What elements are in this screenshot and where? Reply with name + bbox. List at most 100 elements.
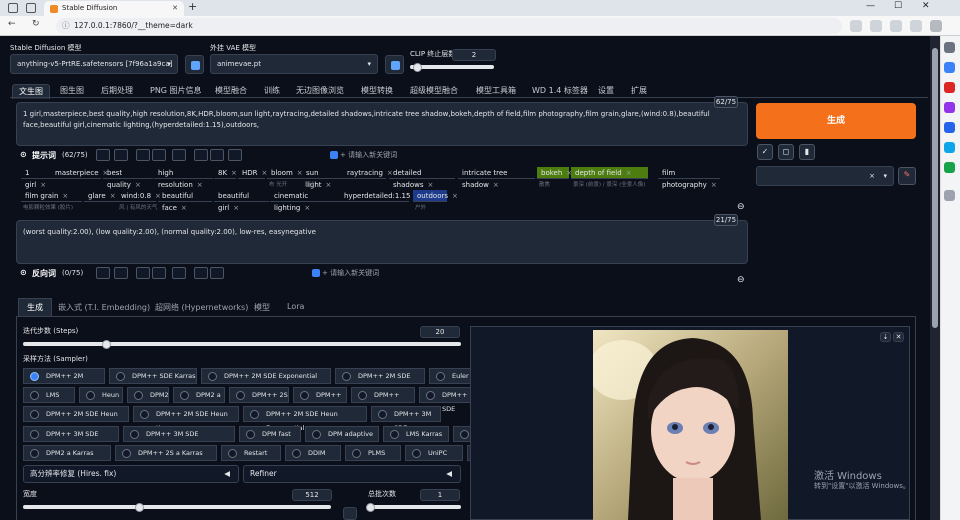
sampler-option[interactable]: Heun: [79, 387, 123, 403]
collapse-tags-icon[interactable]: ⊖: [737, 202, 745, 212]
prompt-textarea[interactable]: 1 girl,masterpiece,best quality,high res…: [16, 102, 748, 146]
sampler-option[interactable]: DPM++ 2M SDE Heun Karras: [133, 406, 239, 432]
trash-icon[interactable]: ▮: [799, 144, 815, 160]
tab-11[interactable]: 设置: [598, 84, 614, 98]
prompt-tag[interactable]: outdoors ×: [413, 190, 458, 202]
read-aloud-icon[interactable]: [850, 20, 862, 32]
copy-icon[interactable]: [136, 267, 150, 279]
new-tab-icon[interactable]: +: [188, 0, 197, 13]
tab-2[interactable]: 后期处理: [101, 84, 133, 98]
tab-7[interactable]: 模型转换: [361, 84, 393, 98]
negative-keyword-checkbox[interactable]: [312, 269, 320, 277]
remove-tag-icon[interactable]: ×: [427, 181, 433, 189]
sampler-option[interactable]: DDIM: [285, 445, 341, 461]
paste-icon[interactable]: [152, 149, 166, 161]
remove-tag-icon[interactable]: ×: [326, 181, 332, 189]
tab-3[interactable]: PNG 图片信息: [150, 84, 202, 98]
copilot-icon[interactable]: [910, 20, 922, 32]
sampler-option[interactable]: DPM++ 3M SDE Exponential: [123, 426, 235, 452]
remove-tag-icon[interactable]: ×: [452, 192, 458, 200]
prompt-section-header[interactable]: ⊙ 提示词 (62/75): [20, 150, 100, 162]
minimize-icon[interactable]: —: [866, 1, 875, 11]
download-icon[interactable]: ⇣: [880, 332, 891, 342]
tab-4[interactable]: 模型融合: [215, 84, 247, 98]
sampler-option[interactable]: DPM++ 3M SDE: [371, 406, 441, 432]
prompt-tag[interactable]: film photography ×: [658, 167, 720, 189]
prompt-tag[interactable]: best quality ×: [103, 167, 153, 189]
remove-tag-icon[interactable]: ×: [304, 204, 310, 212]
window-close-icon[interactable]: ✕: [922, 1, 930, 11]
sidebar-office-icon[interactable]: [944, 122, 955, 133]
sampler-option[interactable]: DPM2 a Karras: [23, 445, 111, 461]
sidebar-games-icon[interactable]: [944, 102, 955, 113]
favorite-icon[interactable]: [172, 267, 186, 279]
prompt-tag[interactable]: beautiful face ×: [158, 190, 212, 212]
clear-selection-icon[interactable]: ×: [869, 167, 875, 185]
collapse-icon[interactable]: ⊙: [20, 268, 27, 277]
sampler-option[interactable]: DPM adaptive: [305, 426, 379, 442]
sidebar-drop-icon[interactable]: [944, 162, 955, 173]
delete-icon[interactable]: [210, 149, 224, 161]
batch-slider-handle[interactable]: [366, 503, 375, 512]
prompt-tag[interactable]: raytracing ×: [343, 167, 393, 179]
close-image-icon[interactable]: ✕: [893, 332, 904, 342]
sampler-option[interactable]: DPM++ 3M SDE Karras: [23, 426, 119, 452]
subtab-2[interactable]: 超网络 (Hypernetworks): [155, 302, 248, 313]
tab-6[interactable]: 无边图像浏览: [296, 84, 344, 98]
sampler-option[interactable]: DPM++ 2M: [293, 387, 347, 413]
remove-tag-icon[interactable]: ×: [231, 169, 237, 177]
browser-tab[interactable]: Stable Diffusion ✕: [44, 1, 184, 16]
sampler-option[interactable]: DPM++ 2M SDE Heun: [23, 406, 129, 422]
paste-icon[interactable]: [152, 267, 166, 279]
negative-section-header[interactable]: ⊙ 反向词 (0/75): [20, 268, 100, 280]
history-icon[interactable]: [96, 267, 110, 279]
subtab-0[interactable]: 生成: [18, 298, 52, 316]
collapse-negative-icon[interactable]: ⊖: [737, 275, 745, 285]
prompt-tag[interactable]: masterpiece ×: [51, 167, 108, 179]
prompt-tag[interactable]: beautiful girl ×: [214, 190, 269, 212]
hires-fix-accordion[interactable]: 高分辨率修复 (Hires. fix) ◀: [23, 465, 239, 483]
sampler-option[interactable]: DPM2 a: [173, 387, 225, 403]
prompt-tag[interactable]: high resolution ×: [154, 167, 213, 189]
subtab-4[interactable]: Lora: [287, 302, 304, 311]
remove-tag-icon[interactable]: ×: [62, 192, 68, 200]
sampler-option[interactable]: PLMS: [345, 445, 401, 461]
clipboard-icon[interactable]: [194, 149, 208, 161]
history-icon[interactable]: [96, 149, 110, 161]
copy-icon[interactable]: [136, 149, 150, 161]
tab-9[interactable]: 模型工具箱: [476, 84, 516, 98]
prompt-tag[interactable]: 1 girl ×: [21, 167, 51, 189]
width-slider-handle[interactable]: [135, 503, 144, 512]
tab-8[interactable]: 超级模型融合: [410, 84, 458, 98]
more-icon[interactable]: [930, 20, 942, 32]
prompt-tag[interactable]: detailed shadows ×: [389, 167, 455, 189]
sampler-option[interactable]: DPM2: [127, 387, 169, 403]
prompt-tag[interactable]: hyperdetailed:1.15×: [340, 190, 420, 202]
subtab-3[interactable]: 模型: [254, 302, 270, 313]
remove-tag-icon[interactable]: ×: [135, 181, 141, 189]
sampler-option[interactable]: DPM++ 2S a: [229, 387, 289, 413]
clear-icon[interactable]: ◻: [778, 144, 794, 160]
apply-icon[interactable]: ✓: [757, 144, 773, 160]
prompt-tag[interactable]: glare ×: [84, 190, 117, 202]
remove-tag-icon[interactable]: ×: [626, 169, 632, 177]
extensions-icon[interactable]: [890, 20, 902, 32]
steps-slider[interactable]: [23, 342, 461, 346]
sampler-option[interactable]: DPM++ 2M SDE Heun Exponential: [243, 406, 367, 432]
prompt-tag[interactable]: depth of field ×: [571, 167, 648, 179]
sampler-option[interactable]: DPM fast: [239, 426, 301, 442]
batch-value[interactable]: 1: [420, 489, 460, 501]
refiner-accordion[interactable]: Refiner ◀: [243, 465, 461, 483]
sampler-option[interactable]: UniPC: [405, 445, 463, 461]
sampler-option[interactable]: Euler a: [429, 368, 475, 394]
sampler-option[interactable]: Restart: [221, 445, 281, 461]
generated-image[interactable]: [593, 330, 788, 520]
subtab-1[interactable]: 嵌入式 (T.I. Embedding): [58, 302, 150, 313]
vae-select[interactable]: animevae.pt ▾: [210, 54, 378, 74]
prompt-tag[interactable]: wind:0.8 ×: [117, 190, 161, 202]
steps-value[interactable]: 20: [420, 326, 460, 338]
tab-1[interactable]: 图生图: [60, 84, 84, 98]
tab-12[interactable]: 扩展: [631, 84, 647, 98]
sampler-option[interactable]: DPM++ 2S a Karras: [115, 445, 217, 461]
remove-tag-icon[interactable]: ×: [181, 204, 187, 212]
